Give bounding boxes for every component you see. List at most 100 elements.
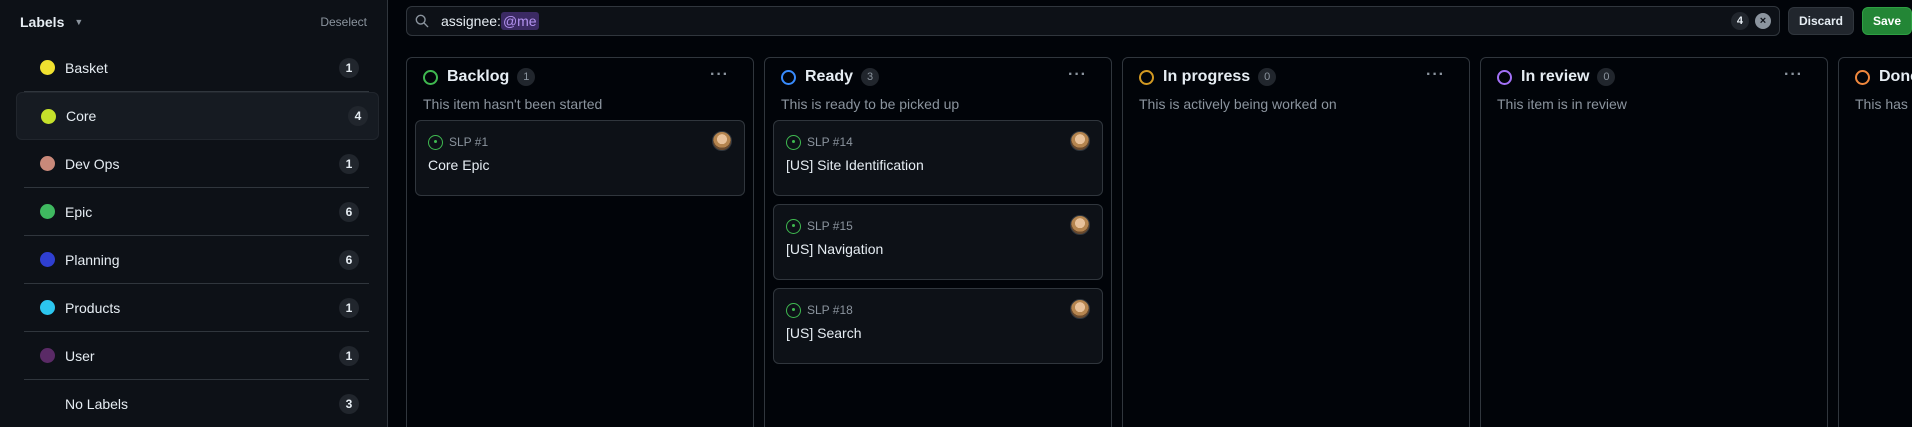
- issue-opened-icon: [428, 134, 443, 150]
- issue-title[interactable]: [US] Navigation: [786, 241, 1090, 257]
- label-color-dot-icon: [40, 252, 55, 267]
- issue-opened-icon: [786, 134, 801, 150]
- column-description: This item is in review: [1497, 96, 1627, 112]
- assignee-avatar[interactable]: [1070, 131, 1090, 151]
- sidebar-item-no-labels[interactable]: No Labels 3: [24, 380, 369, 427]
- deselect-button[interactable]: Deselect: [320, 15, 367, 29]
- board-column-done: Done This has b: [1838, 57, 1912, 427]
- issue-reference[interactable]: SLP #14: [807, 135, 853, 149]
- column-title: In review: [1521, 68, 1590, 85]
- label-color-dot-icon: [40, 348, 55, 363]
- card-list: SLP #14 [US] Site Identification SLP #15 [U…: [765, 120, 1111, 364]
- filter-toolbar: assignee: @me 4 × Discard Save: [406, 6, 1912, 36]
- label-count-badge: 3: [339, 394, 359, 414]
- board-column-in-progress: ··· In progress 0 This is actively being wo…: [1122, 57, 1470, 427]
- card-meta: SLP #18: [786, 301, 1090, 319]
- sidebar-item-user[interactable]: User 1: [24, 332, 369, 380]
- project-board: assignee: @me 4 × Discard Save ··· Backlog…: [388, 0, 1912, 427]
- chevron-down-icon[interactable]: ▼: [74, 17, 83, 27]
- sidebar-item-dev-ops[interactable]: Dev Ops 1: [24, 140, 369, 188]
- column-description: This has b: [1855, 96, 1912, 112]
- search-icon: [415, 13, 431, 29]
- issue-reference[interactable]: SLP #15: [807, 219, 853, 233]
- column-title: Ready: [805, 68, 854, 85]
- kebab-horizontal-icon[interactable]: ···: [1784, 66, 1803, 84]
- label-color-dot-icon: [40, 300, 55, 315]
- card-meta: SLP #15: [786, 217, 1090, 235]
- board-columns: ··· Backlog 1 This item hasn't been started…: [406, 57, 1912, 427]
- label-count-badge: 1: [339, 297, 359, 318]
- label-count-badge: 1: [339, 153, 359, 174]
- column-count-badge: 0: [1258, 68, 1277, 86]
- label-color-dot-icon: [40, 156, 55, 171]
- sidebar-item-core[interactable]: Core 4: [16, 92, 379, 140]
- issue-title[interactable]: [US] Search: [786, 325, 1090, 341]
- column-description: This is ready to be picked up: [781, 96, 960, 112]
- x-circle-icon[interactable]: ×: [1754, 13, 1771, 29]
- kebab-horizontal-icon[interactable]: ···: [1068, 66, 1087, 84]
- assignee-avatar[interactable]: [1070, 299, 1090, 319]
- status-circle-icon: [423, 69, 438, 85]
- label-color-dot-icon: [40, 204, 55, 219]
- column-description: This item hasn't been started: [423, 96, 603, 112]
- issue-card[interactable]: SLP #15 [US] Navigation: [773, 204, 1103, 280]
- kebab-horizontal-icon[interactable]: ···: [710, 66, 729, 84]
- label-color-dot-icon: [41, 108, 56, 124]
- label-count-badge: 6: [339, 249, 359, 270]
- column-count-badge: 3: [861, 68, 880, 86]
- issue-card[interactable]: SLP #14 [US] Site Identification: [773, 120, 1103, 196]
- label-name: Core: [66, 108, 97, 124]
- label-color-dot-icon: [40, 60, 55, 75]
- status-circle-icon: [1497, 69, 1512, 85]
- label-name: Planning: [65, 251, 120, 268]
- save-button[interactable]: Save: [1861, 7, 1912, 35]
- filter-qualifier: assignee:: [441, 13, 501, 29]
- labels-sidebar: Labels ▼ Deselect Basket 1 Core 4 Dev Ops 1 Ep…: [0, 0, 388, 427]
- label-name: Products: [65, 299, 121, 316]
- sidebar-item-basket[interactable]: Basket 1: [24, 44, 369, 92]
- column-title: Done: [1879, 68, 1912, 85]
- card-list: SLP #1 Core Epic: [407, 120, 753, 196]
- issue-reference[interactable]: SLP #1: [449, 135, 488, 149]
- label-count-badge: 1: [339, 57, 359, 78]
- label-count-badge: 1: [339, 345, 359, 366]
- column-header: In review 0: [1481, 58, 1827, 96]
- sidebar-header: Labels ▼ Deselect: [0, 0, 387, 44]
- issue-card[interactable]: SLP #18 [US] Search: [773, 288, 1103, 364]
- issue-opened-icon: [786, 218, 801, 234]
- issue-reference[interactable]: SLP #18: [807, 303, 853, 317]
- card-meta: SLP #1: [428, 133, 732, 151]
- sidebar-item-planning[interactable]: Planning 6: [24, 236, 369, 284]
- label-name: Epic: [65, 203, 93, 220]
- status-circle-icon: [1139, 69, 1154, 85]
- status-circle-icon: [781, 69, 796, 85]
- column-description: This is actively being worked on: [1139, 96, 1337, 112]
- status-circle-icon: [1855, 69, 1870, 85]
- kebab-horizontal-icon[interactable]: ···: [1426, 66, 1445, 84]
- board-column-backlog: ··· Backlog 1 This item hasn't been started…: [406, 57, 754, 427]
- label-name: Basket: [65, 59, 108, 76]
- label-color-dot-icon: [40, 397, 55, 412]
- column-header: Ready 3: [765, 58, 1111, 96]
- issue-card[interactable]: SLP #1 Core Epic: [415, 120, 745, 196]
- assignee-avatar[interactable]: [712, 131, 732, 151]
- card-meta: SLP #14: [786, 133, 1090, 151]
- column-count-badge: 0: [1597, 68, 1616, 86]
- filter-query: assignee: @me: [441, 12, 539, 30]
- match-count-badge: 4: [1730, 12, 1749, 30]
- discard-button[interactable]: Discard: [1787, 7, 1854, 35]
- sidebar-item-products[interactable]: Products 1: [24, 284, 369, 332]
- label-name: Dev Ops: [65, 155, 120, 172]
- assignee-avatar[interactable]: [1070, 215, 1090, 235]
- column-header: Done: [1839, 58, 1912, 96]
- issue-title[interactable]: Core Epic: [428, 157, 732, 173]
- column-title: In progress: [1163, 68, 1251, 85]
- sidebar-item-epic[interactable]: Epic 6: [24, 188, 369, 236]
- label-name: No Labels: [65, 396, 129, 412]
- filter-token: @me: [500, 12, 539, 30]
- issue-title[interactable]: [US] Site Identification: [786, 157, 1090, 173]
- board-column-in-review: ··· In review 0 This item is in review: [1480, 57, 1828, 427]
- column-header: In progress 0: [1123, 58, 1469, 96]
- filter-input[interactable]: assignee: @me 4 ×: [406, 6, 1780, 36]
- sidebar-title[interactable]: Labels: [20, 14, 64, 30]
